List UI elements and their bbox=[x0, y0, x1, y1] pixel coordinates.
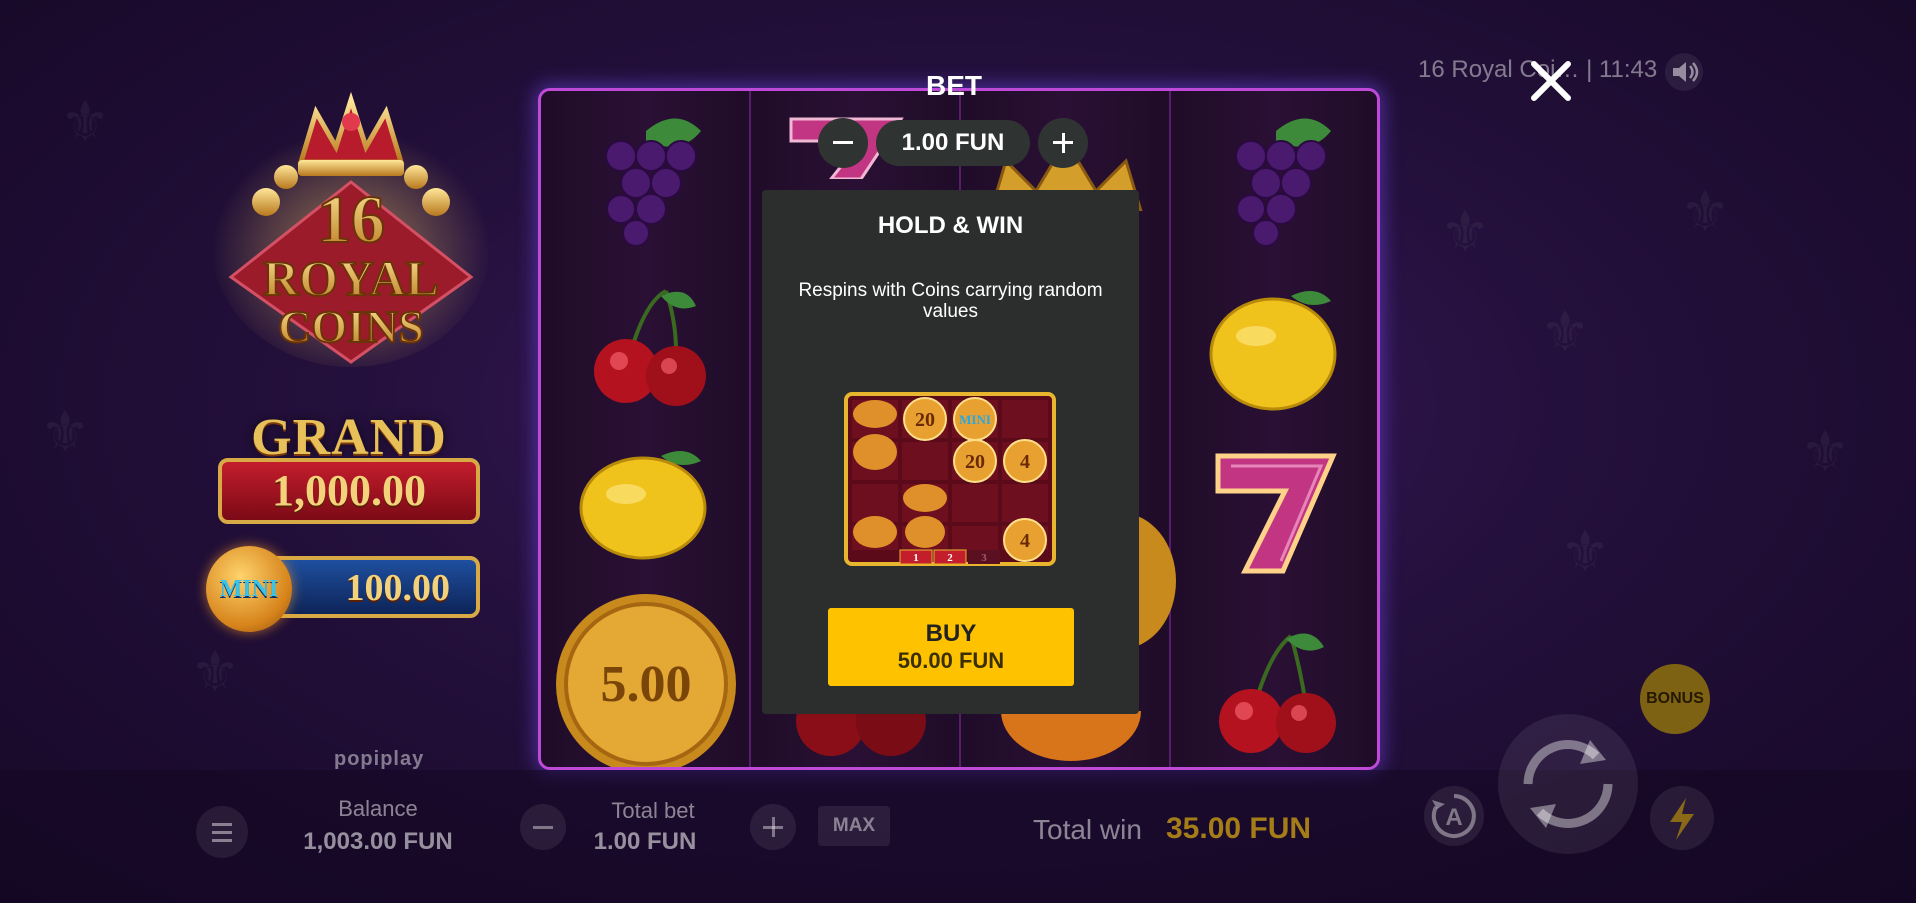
respin-counter: 3 bbox=[981, 552, 987, 564]
spin-button[interactable] bbox=[1498, 714, 1638, 854]
buy-feature-button[interactable]: BUY 50.00 FUN bbox=[828, 608, 1074, 686]
coin-symbol: 5.00 bbox=[556, 594, 736, 767]
grapes-symbol bbox=[1235, 118, 1331, 247]
grapes-symbol bbox=[605, 118, 701, 247]
lemon-symbol bbox=[579, 451, 707, 560]
fleur-decoration: ⚜ bbox=[190, 640, 241, 705]
modal-description: Respins with Coins carrying random value… bbox=[798, 280, 1103, 322]
total-bet-decrease-button[interactable] bbox=[520, 804, 566, 850]
total-bet-label: Total bet bbox=[611, 798, 695, 823]
close-icon[interactable] bbox=[1528, 58, 1574, 104]
preview-coin-mini: MINI bbox=[959, 412, 991, 427]
total-win-value: 35.00 FUN bbox=[1166, 812, 1312, 845]
bet-title: BET bbox=[926, 70, 982, 101]
feature-buy-modal: HOLD & WIN Respins with Coins carrying r… bbox=[762, 190, 1139, 714]
cherries-symbol bbox=[1219, 633, 1336, 753]
bet-value: 1.00 FUN bbox=[876, 120, 1030, 166]
respin-counter: 2 bbox=[947, 552, 953, 564]
reel-divider bbox=[1169, 91, 1171, 767]
respin-counter: 1 bbox=[913, 552, 919, 564]
brand-logo: popiplay bbox=[334, 748, 425, 770]
balance-label: Balance bbox=[338, 796, 418, 821]
menu-button[interactable] bbox=[196, 806, 248, 858]
autoplay-icon: A bbox=[1431, 794, 1476, 838]
turbo-button[interactable] bbox=[1650, 786, 1714, 850]
bet-increase-button[interactable] bbox=[1038, 118, 1088, 168]
fleur-decoration: ⚜ bbox=[1440, 200, 1491, 265]
coin-value: 5.00 bbox=[601, 656, 692, 713]
mini-jackpot-coin: MINI bbox=[206, 546, 292, 632]
bet-decrease-button[interactable] bbox=[818, 118, 868, 168]
preview-coin-value: 4 bbox=[1020, 530, 1030, 552]
bet-selector: 1.00 FUN bbox=[818, 118, 1088, 168]
preview-coin-value: 20 bbox=[915, 409, 935, 431]
lightning-icon bbox=[1670, 798, 1694, 840]
fleur-decoration: ⚜ bbox=[40, 400, 91, 465]
fleur-decoration: ⚜ bbox=[1800, 420, 1851, 485]
modal-title: HOLD & WIN bbox=[877, 212, 1024, 239]
max-bet-button[interactable]: MAX bbox=[818, 806, 890, 846]
logo-word-royal: ROYAL bbox=[263, 250, 439, 306]
grand-jackpot-value: 1,000.00 bbox=[218, 458, 480, 524]
orange-symbol bbox=[1001, 711, 1141, 761]
cherries-symbol bbox=[594, 289, 706, 406]
bonus-button[interactable]: BONUS bbox=[1640, 664, 1710, 734]
fleur-decoration: ⚜ bbox=[1680, 180, 1731, 245]
buy-label: BUY bbox=[925, 620, 977, 647]
preview-coin-value: 20 bbox=[965, 451, 985, 473]
balance-value: 1,003.00 FUN bbox=[303, 828, 453, 855]
total-win-label: Total win bbox=[1033, 814, 1142, 845]
game-logo: 16 ROYAL COINS bbox=[211, 92, 491, 367]
logo-word-coins: COINS bbox=[278, 301, 424, 352]
logo-number: 16 bbox=[317, 181, 385, 257]
autoplay-button[interactable]: A bbox=[1424, 786, 1484, 846]
autoplay-letter: A bbox=[1445, 804, 1462, 831]
spin-icon bbox=[1523, 740, 1613, 828]
hold-and-win-preview: 20 MINI 20 4 4 1 2 3 bbox=[844, 392, 1056, 566]
preview-coin-value: 4 bbox=[1020, 451, 1030, 473]
seven-symbol bbox=[1215, 453, 1337, 574]
buy-price: 50.00 FUN bbox=[897, 648, 1005, 673]
fleur-decoration: ⚜ bbox=[1560, 520, 1611, 585]
fleur-decoration: ⚜ bbox=[60, 90, 111, 155]
total-bet-value: 1.00 FUN bbox=[593, 828, 697, 855]
speaker-icon[interactable] bbox=[1664, 52, 1704, 92]
cherries-symbol bbox=[796, 711, 926, 756]
total-bet-increase-button[interactable] bbox=[750, 804, 796, 850]
lemon-symbol bbox=[1209, 291, 1337, 411]
reel-divider bbox=[749, 91, 751, 767]
fleur-decoration: ⚜ bbox=[1540, 300, 1591, 365]
